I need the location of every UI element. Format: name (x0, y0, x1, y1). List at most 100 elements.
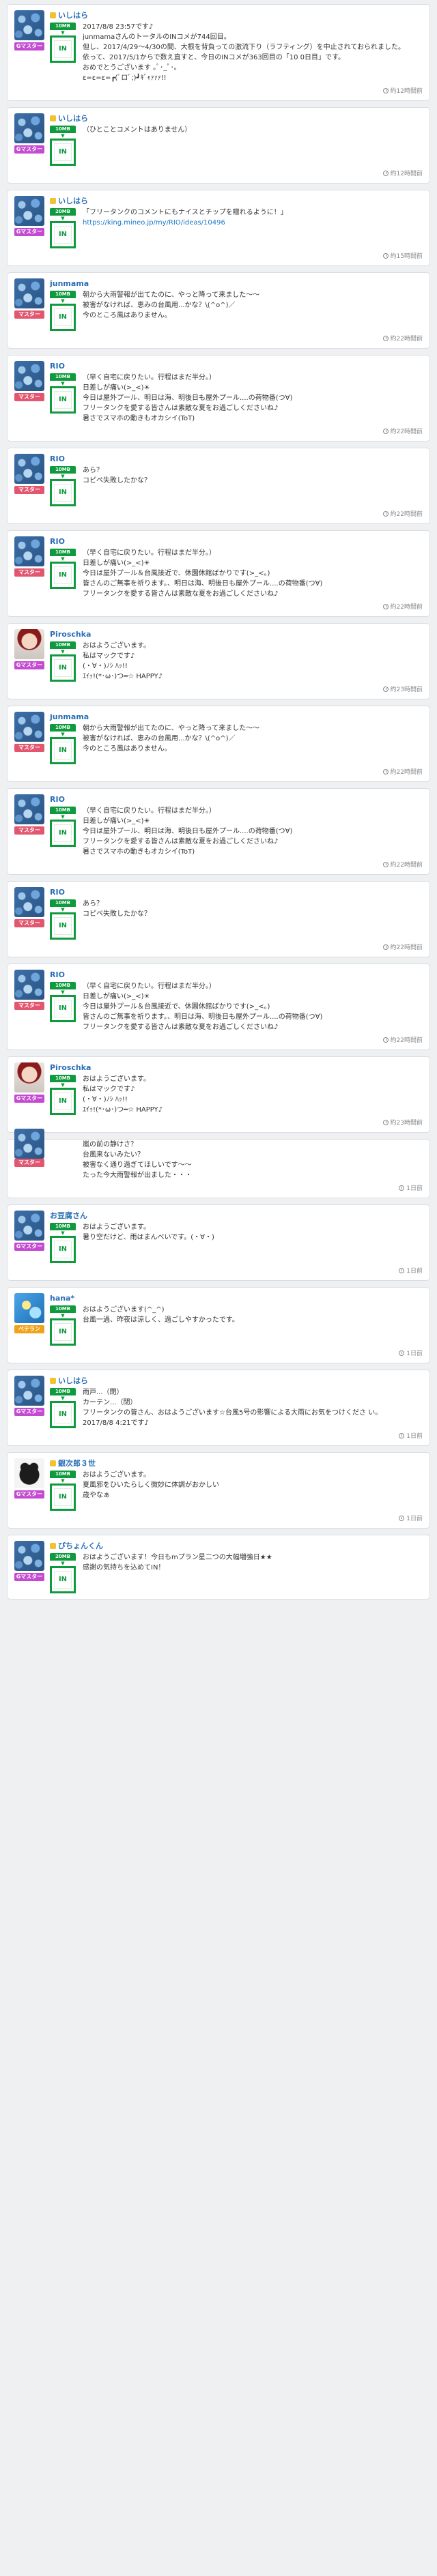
user-avatar[interactable] (14, 629, 44, 659)
tank-in-icon: IN (50, 1236, 76, 1263)
user-name-link[interactable]: junmama (50, 279, 89, 288)
post-time-text: 1日前 (406, 1516, 423, 1522)
data-in-chip: 10MB ▼ IN (50, 23, 76, 83)
post-content: 10MB ▼ IN （早く自宅に戻りたい。行程はまだ半分。） 日差しが痛い(>_<)☀… (50, 806, 423, 857)
user-mark-icon (50, 197, 56, 204)
user-name-link[interactable]: いしはら (58, 10, 88, 20)
tank-in-icon: IN (50, 1401, 76, 1428)
post-body: ぴちょんくん 20MB ▼ IN おはようございます！今日もmプラン星二つの大幅増強日★… (50, 1541, 423, 1593)
user-avatar[interactable] (14, 10, 44, 40)
tank-in-label: IN (54, 1092, 72, 1110)
post-message: 嵐の前の静けさ？ 台風来ないみたい？ 被害なく通り過ぎてほしいです〜〜 たった今… (83, 1141, 192, 1179)
user-avatar[interactable] (14, 1062, 44, 1092)
chip-arrow-icon: ▼ (61, 133, 65, 139)
post-text: おはようございます。 私はマックです♪ (・∀・)ﾉｼ ﾊｯ!! ｴｲｯ!(*･… (83, 641, 423, 682)
tank-in-label: IN (54, 1000, 72, 1017)
user-avatar[interactable] (14, 278, 44, 308)
user-name-link[interactable]: RIO (50, 970, 65, 979)
user-name-link[interactable]: RIO (50, 362, 65, 371)
post-card: マスター RIO 10MB ▼ IN あら？ コピペ失敗したかな？ 約22時間前 (7, 448, 430, 524)
data-in-chip: 10MB ▼ IN (50, 641, 76, 682)
post-time: 約22時間前 (50, 767, 423, 776)
data-in-chip: 10MB ▼ IN (50, 1388, 76, 1428)
post-content: 20MB ▼ IN 「フリータンクのコメントにもナイスとチップを贈れるように！」 ht… (50, 207, 423, 248)
user-name-link[interactable]: 銀次郎３世 (58, 1458, 96, 1468)
chip-amount: 20MB (50, 1553, 76, 1561)
post-time-text: 約22時間前 (390, 511, 423, 518)
post-content: 10MB ▼ IN 雨戸...（閉） カーテン...（閉） フリータンクの皆さん、おは… (50, 1387, 423, 1428)
post-text: おはようございます！今日もmプラン星二つの大幅増強日★★ 感謝の気持ちを込めてI… (83, 1552, 423, 1593)
user-avatar[interactable] (14, 113, 44, 143)
post-time-text: 約12時間前 (390, 171, 423, 177)
chip-amount: 10MB (50, 549, 76, 556)
post-message: 2017/8/8 23:57です♪ junmamaさんのトータルのINコメが74… (83, 23, 406, 82)
user-avatar[interactable] (14, 1376, 44, 1406)
post-left: マスター (14, 361, 44, 401)
post-body: junmama 10MB ▼ IN 朝から大雨警報が出てたのに、やっと降って来ました〜〜… (50, 278, 423, 343)
data-in-chip: 10MB ▼ IN (50, 291, 76, 331)
post-link[interactable]: https://king.mineo.jp/my/RIO/ideas/10496 (83, 219, 225, 227)
user-avatar[interactable] (14, 196, 44, 226)
tank-in-label: IN (54, 391, 72, 409)
post-message: （早く自宅に戻りたい。行程はまだ半分。） 日差しが痛い(>_<)☀ 今日は屋外プ… (83, 549, 323, 598)
post-card: マスター RIO 10MB ▼ IN （早く自宅に戻りたい。行程はまだ半分。） 日差しが痛… (7, 355, 430, 442)
tank-in-label: IN (54, 917, 72, 935)
post-body: お豆腐さん 10MB ▼ IN おはようございます。 暑り空だけど、雨はまんべいです。(… (50, 1211, 423, 1275)
tank-in-icon: IN (50, 654, 76, 682)
post-card: マスター RIO 10MB ▼ IN あら？ コピペ失敗したかな？ 約22時間前 (7, 881, 430, 957)
user-name-link[interactable]: RIO (50, 795, 65, 804)
user-mark-icon (50, 1377, 56, 1384)
user-name-link[interactable]: Piroschka (50, 1063, 91, 1072)
user-avatar[interactable] (14, 794, 44, 824)
user-name-link[interactable]: RIO (50, 537, 65, 546)
user-avatar[interactable] (14, 1129, 44, 1159)
post-message: おはようございます！今日もmプラン星二つの大幅増強日★★ 感謝の気持ちを込めてI… (83, 1554, 272, 1572)
user-name-link[interactable]: RIO (50, 888, 65, 897)
user-name-link[interactable]: ぴちょんくん (58, 1540, 103, 1551)
user-name-row: Piroschka (50, 1062, 423, 1072)
user-name-link[interactable]: hana* (50, 1294, 74, 1303)
user-avatar[interactable] (14, 1211, 44, 1241)
chip-amount: 10MB (50, 1223, 76, 1230)
post-card: マスター RIO 10MB ▼ IN （早く自宅に戻りたい。行程はまだ半分。） 日差しが痛… (7, 964, 430, 1050)
user-name-row: RIO (50, 536, 423, 546)
user-name-link[interactable]: RIO (50, 454, 65, 463)
chip-arrow-icon: ▼ (61, 1561, 65, 1566)
user-avatar[interactable] (14, 361, 44, 391)
post-content: 10MB ▼ IN （早く自宅に戻りたい。行程はまだ半分。） 日差しが痛い(>_<)☀… (50, 981, 423, 1032)
post-content: 10MB ▼ IN 2017/8/8 23:57です♪ junmamaさんのトータルの… (50, 22, 423, 83)
user-name-link[interactable]: いしはら (58, 113, 88, 124)
user-name-link[interactable]: junmama (50, 712, 89, 721)
user-avatar[interactable] (14, 454, 44, 484)
chip-amount: 10MB (50, 1471, 76, 1478)
user-name-row: RIO (50, 970, 423, 979)
post-message: （ひとことコメントはありません） (83, 126, 192, 134)
user-name-link[interactable]: Piroschka (50, 630, 91, 639)
chip-amount: 10MB (50, 23, 76, 30)
user-name-link[interactable]: いしはら (58, 195, 88, 206)
tank-in-label: IN (54, 1406, 72, 1423)
user-name-link[interactable]: いしはら (58, 1375, 88, 1386)
user-avatar[interactable] (14, 887, 44, 917)
post-text: 「フリータンクのコメントにもナイスとチップを贈れるように！」 https://k… (83, 207, 423, 248)
tank-in-label: IN (54, 566, 72, 584)
user-avatar[interactable] (14, 1293, 44, 1323)
user-avatar[interactable] (14, 536, 44, 566)
user-name-row: Piroschka (50, 629, 423, 639)
user-name-link[interactable]: お豆腐さん (50, 1210, 87, 1221)
post-card: Gマスター Piroschka 10MB ▼ IN おはようございます。 私はマックです♪… (7, 623, 430, 699)
user-avatar[interactable] (14, 1541, 44, 1571)
data-in-chip: 10MB ▼ IN (50, 899, 76, 940)
chip-arrow-icon: ▼ (61, 216, 65, 221)
post-card: Gマスター 銀次郎３世 10MB ▼ IN おはようございます。 夏風邪をひいたらしく微妙… (7, 1452, 430, 1529)
post-time: 1日前 (50, 1514, 423, 1522)
post-left: マスター (14, 1129, 44, 1167)
post-body: junmama 10MB ▼ IN 朝から大雨警報が出てたのに、やっと降って来ました〜〜… (50, 712, 423, 776)
clock-icon (382, 428, 389, 434)
tank-in-icon: IN (50, 35, 76, 63)
post-content: 10MB ▼ IN おはようございます。 私はマックです♪ (・∀・)ﾉｼ ﾊｯ!! … (50, 641, 423, 682)
chip-arrow-icon: ▼ (61, 1082, 65, 1088)
user-avatar[interactable] (14, 970, 44, 1000)
user-avatar[interactable] (14, 712, 44, 742)
user-avatar[interactable] (14, 1458, 44, 1488)
